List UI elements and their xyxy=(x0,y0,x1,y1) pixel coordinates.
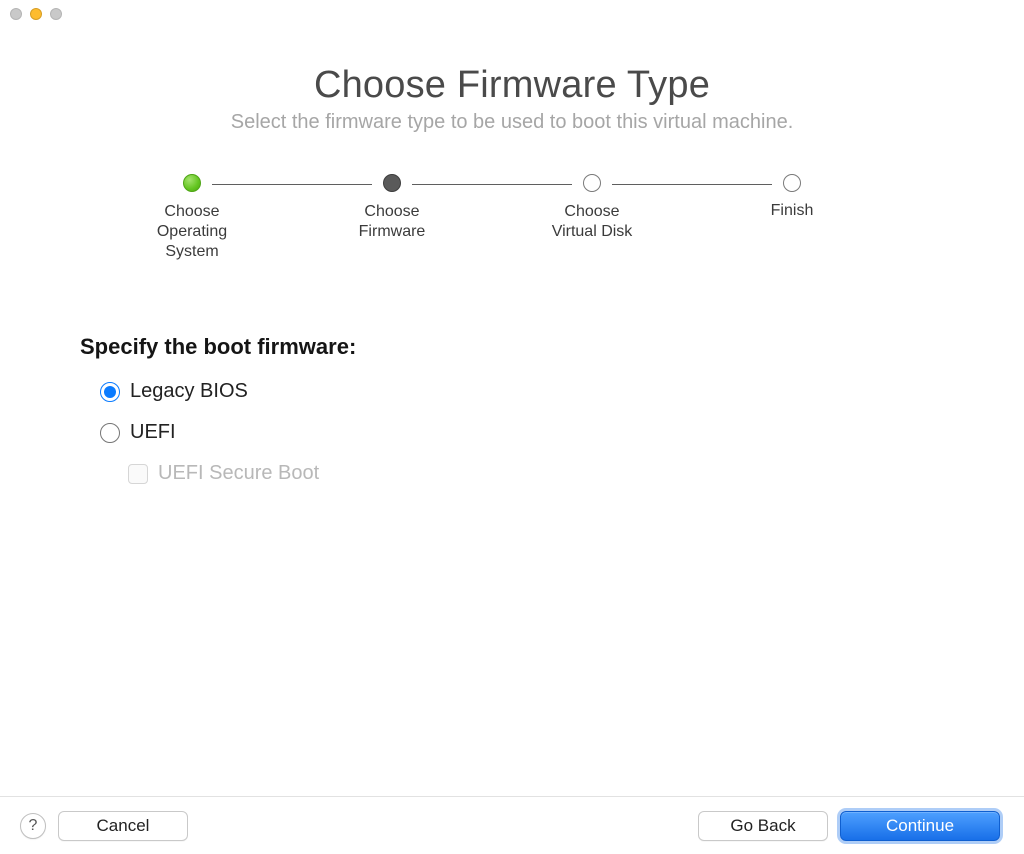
radio-legacy-bios-input[interactable] xyxy=(100,382,120,402)
step-label: Finish xyxy=(732,202,852,220)
cancel-button-label: Cancel xyxy=(97,816,150,836)
step-choose-firmware: ChooseFirmware xyxy=(332,174,452,242)
dialog-content: Choose Firmware Type Select the firmware… xyxy=(0,64,1024,485)
step-dot-complete-icon xyxy=(183,174,201,192)
wizard-stepper: ChooseOperatingSystem ChooseFirmware Cho… xyxy=(152,174,872,284)
window-titlebar xyxy=(0,0,1024,28)
checkbox-secure-boot: UEFI Secure Boot xyxy=(128,462,984,485)
dialog-footer: ? Cancel Go Back Continue xyxy=(0,796,1024,854)
radio-legacy-bios[interactable]: Legacy BIOS xyxy=(100,380,984,403)
go-back-button[interactable]: Go Back xyxy=(698,811,828,841)
continue-button[interactable]: Continue xyxy=(840,811,1000,841)
step-dot-current-icon xyxy=(383,174,401,192)
step-label: ChooseOperatingSystem xyxy=(132,202,252,262)
step-label: ChooseVirtual Disk xyxy=(532,202,652,242)
radio-legacy-bios-label: Legacy BIOS xyxy=(130,380,248,403)
step-dot-future-icon xyxy=(783,174,801,192)
page-title: Choose Firmware Type xyxy=(40,64,984,107)
go-back-button-label: Go Back xyxy=(730,816,795,836)
help-icon: ? xyxy=(29,817,38,835)
step-choose-virtual-disk: ChooseVirtual Disk xyxy=(532,174,652,242)
radio-uefi[interactable]: UEFI xyxy=(100,421,984,444)
radio-uefi-label: UEFI xyxy=(130,421,176,444)
step-choose-os: ChooseOperatingSystem xyxy=(132,174,252,262)
checkbox-secure-boot-box xyxy=(128,464,148,484)
step-label: ChooseFirmware xyxy=(332,202,452,242)
radio-uefi-input[interactable] xyxy=(100,423,120,443)
step-dot-future-icon xyxy=(583,174,601,192)
window-zoom-button[interactable] xyxy=(50,8,62,20)
section-heading: Specify the boot firmware: xyxy=(80,334,984,360)
checkbox-secure-boot-label: UEFI Secure Boot xyxy=(158,462,319,485)
step-finish: Finish xyxy=(732,174,852,220)
window-close-button[interactable] xyxy=(10,8,22,20)
page-subtitle: Select the firmware type to be used to b… xyxy=(40,111,984,134)
help-button[interactable]: ? xyxy=(20,813,46,839)
cancel-button[interactable]: Cancel xyxy=(58,811,188,841)
continue-button-label: Continue xyxy=(886,816,954,836)
window-minimize-button[interactable] xyxy=(30,8,42,20)
